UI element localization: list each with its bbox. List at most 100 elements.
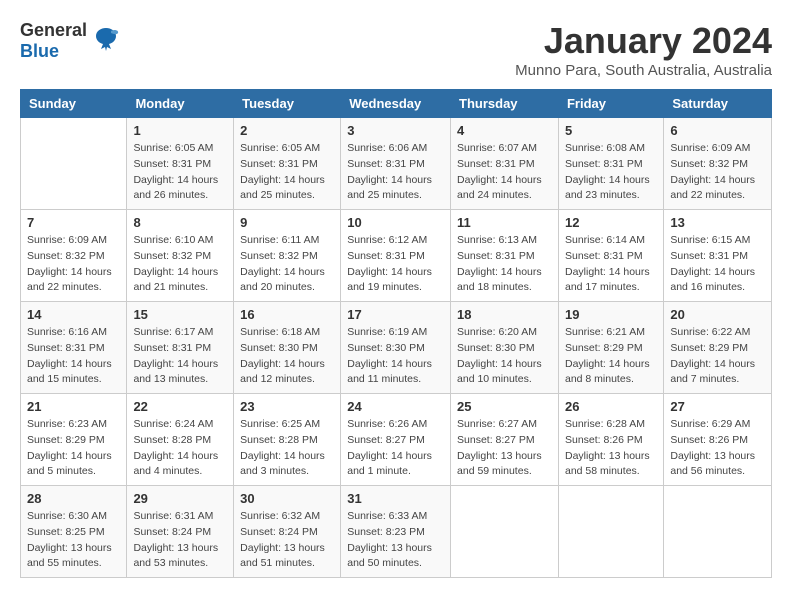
day-number: 31 <box>347 491 444 506</box>
title-block: January 2024 Munno Para, South Australia… <box>515 20 772 79</box>
day-number: 21 <box>27 399 120 414</box>
day-number: 10 <box>347 215 444 230</box>
calendar-cell: 14Sunrise: 6:16 AM Sunset: 8:31 PM Dayli… <box>21 302 127 394</box>
day-info: Sunrise: 6:21 AM Sunset: 8:29 PM Dayligh… <box>565 325 657 388</box>
day-info: Sunrise: 6:26 AM Sunset: 8:27 PM Dayligh… <box>347 417 444 480</box>
day-info: Sunrise: 6:14 AM Sunset: 8:31 PM Dayligh… <box>565 233 657 296</box>
day-number: 29 <box>133 491 227 506</box>
day-number: 15 <box>133 307 227 322</box>
calendar-cell: 21 Sunrise: 6:23 AM Sunset: 8:29 PM Dayli… <box>21 394 127 486</box>
calendar-cell: 7 Sunrise: 6:09 AM Sunset: 8:32 PM Daylig… <box>21 210 127 302</box>
day-number: 30 <box>240 491 334 506</box>
weekday-header-tuesday: Tuesday <box>234 90 341 118</box>
day-info: Sunrise: 6:11 AM Sunset: 8:32 PM Dayligh… <box>240 233 334 296</box>
day-number: 28 <box>27 491 120 506</box>
day-number: 1 <box>133 123 227 138</box>
logo-blue: Blue <box>20 41 59 61</box>
day-number: 11 <box>457 215 552 230</box>
day-info: Sunrise: 6:20 AM Sunset: 8:30 PM Dayligh… <box>457 325 552 388</box>
day-info: Sunrise: 6:33 AM Sunset: 8:23 PM Dayligh… <box>347 509 444 572</box>
calendar-week-row: 7 Sunrise: 6:09 AM Sunset: 8:32 PM Daylig… <box>21 210 772 302</box>
day-info: Sunrise: 6:05 AM Sunset: 8:31 PM Dayligh… <box>133 141 227 204</box>
calendar-cell: 15 Sunrise: 6:17 AM Sunset: 8:31 PM Dayli… <box>127 302 234 394</box>
day-info: Sunrise: 6:22 AM Sunset: 8:29 PM Dayligh… <box>670 325 765 388</box>
weekday-header-wednesday: Wednesday <box>341 90 451 118</box>
day-info: Sunrise: 6:27 AM Sunset: 8:27 PM Dayligh… <box>457 417 552 480</box>
day-info: Sunrise: 6:09 AM Sunset: 8:32 PM Dayligh… <box>670 141 765 204</box>
calendar-cell: 28Sunrise: 6:30 AM Sunset: 8:25 PM Dayli… <box>21 486 127 578</box>
calendar-cell: 19Sunrise: 6:21 AM Sunset: 8:29 PM Dayli… <box>558 302 663 394</box>
day-number: 13 <box>670 215 765 230</box>
day-number: 23 <box>240 399 334 414</box>
day-number: 25 <box>457 399 552 414</box>
day-number: 3 <box>347 123 444 138</box>
day-number: 7 <box>27 215 120 230</box>
calendar-week-row: 28Sunrise: 6:30 AM Sunset: 8:25 PM Dayli… <box>21 486 772 578</box>
day-info: Sunrise: 6:12 AM Sunset: 8:31 PM Dayligh… <box>347 233 444 296</box>
calendar-cell: 13Sunrise: 6:15 AM Sunset: 8:31 PM Dayli… <box>664 210 772 302</box>
day-info: Sunrise: 6:32 AM Sunset: 8:24 PM Dayligh… <box>240 509 334 572</box>
day-number: 24 <box>347 399 444 414</box>
day-number: 2 <box>240 123 334 138</box>
day-number: 9 <box>240 215 334 230</box>
calendar-cell: 22 Sunrise: 6:24 AM Sunset: 8:28 PM Dayli… <box>127 394 234 486</box>
calendar-cell: 2 Sunrise: 6:05 AM Sunset: 8:31 PM Daylig… <box>234 118 341 210</box>
calendar-subtitle: Munno Para, South Australia, Australia <box>515 62 772 79</box>
calendar-cell: 24 Sunrise: 6:26 AM Sunset: 8:27 PM Dayli… <box>341 394 451 486</box>
day-number: 18 <box>457 307 552 322</box>
calendar-cell <box>664 486 772 578</box>
day-number: 27 <box>670 399 765 414</box>
calendar-cell: 9 Sunrise: 6:11 AM Sunset: 8:32 PM Daylig… <box>234 210 341 302</box>
calendar-cell: 20Sunrise: 6:22 AM Sunset: 8:29 PM Dayli… <box>664 302 772 394</box>
calendar-table: SundayMondayTuesdayWednesdayThursdayFrid… <box>20 89 772 578</box>
day-info: Sunrise: 6:23 AM Sunset: 8:29 PM Dayligh… <box>27 417 120 480</box>
day-info: Sunrise: 6:09 AM Sunset: 8:32 PM Dayligh… <box>27 233 120 296</box>
day-info: Sunrise: 6:25 AM Sunset: 8:28 PM Dayligh… <box>240 417 334 480</box>
calendar-cell: 31 Sunrise: 6:33 AM Sunset: 8:23 PM Dayli… <box>341 486 451 578</box>
day-number: 12 <box>565 215 657 230</box>
day-number: 17 <box>347 307 444 322</box>
day-info: Sunrise: 6:17 AM Sunset: 8:31 PM Dayligh… <box>133 325 227 388</box>
day-info: Sunrise: 6:31 AM Sunset: 8:24 PM Dayligh… <box>133 509 227 572</box>
calendar-cell: 8Sunrise: 6:10 AM Sunset: 8:32 PM Daylig… <box>127 210 234 302</box>
calendar-cell: 16Sunrise: 6:18 AM Sunset: 8:30 PM Dayli… <box>234 302 341 394</box>
weekday-header-saturday: Saturday <box>664 90 772 118</box>
calendar-cell: 10 Sunrise: 6:12 AM Sunset: 8:31 PM Dayli… <box>341 210 451 302</box>
logo-bird-icon <box>91 23 121 59</box>
day-number: 4 <box>457 123 552 138</box>
day-info: Sunrise: 6:13 AM Sunset: 8:31 PM Dayligh… <box>457 233 552 296</box>
calendar-cell: 17 Sunrise: 6:19 AM Sunset: 8:30 PM Dayli… <box>341 302 451 394</box>
calendar-cell: 27 Sunrise: 6:29 AM Sunset: 8:26 PM Dayli… <box>664 394 772 486</box>
calendar-cell: 30 Sunrise: 6:32 AM Sunset: 8:24 PM Dayli… <box>234 486 341 578</box>
calendar-cell: 1 Sunrise: 6:05 AM Sunset: 8:31 PM Daylig… <box>127 118 234 210</box>
calendar-cell: 18 Sunrise: 6:20 AM Sunset: 8:30 PM Dayli… <box>451 302 559 394</box>
day-number: 26 <box>565 399 657 414</box>
day-number: 14 <box>27 307 120 322</box>
day-number: 5 <box>565 123 657 138</box>
calendar-week-row: 14Sunrise: 6:16 AM Sunset: 8:31 PM Dayli… <box>21 302 772 394</box>
calendar-cell: 26Sunrise: 6:28 AM Sunset: 8:26 PM Dayli… <box>558 394 663 486</box>
calendar-cell: 4Sunrise: 6:07 AM Sunset: 8:31 PM Daylig… <box>451 118 559 210</box>
calendar-cell: 3Sunrise: 6:06 AM Sunset: 8:31 PM Daylig… <box>341 118 451 210</box>
calendar-cell <box>451 486 559 578</box>
day-info: Sunrise: 6:24 AM Sunset: 8:28 PM Dayligh… <box>133 417 227 480</box>
calendar-cell: 6 Sunrise: 6:09 AM Sunset: 8:32 PM Daylig… <box>664 118 772 210</box>
day-info: Sunrise: 6:29 AM Sunset: 8:26 PM Dayligh… <box>670 417 765 480</box>
calendar-cell <box>558 486 663 578</box>
header: General Blue January 2024 Munno Para, So… <box>20 20 772 79</box>
day-number: 22 <box>133 399 227 414</box>
weekday-header-row: SundayMondayTuesdayWednesdayThursdayFrid… <box>21 90 772 118</box>
calendar-cell: 29 Sunrise: 6:31 AM Sunset: 8:24 PM Dayli… <box>127 486 234 578</box>
day-number: 6 <box>670 123 765 138</box>
calendar-cell: 5 Sunrise: 6:08 AM Sunset: 8:31 PM Daylig… <box>558 118 663 210</box>
logo-general: General <box>20 20 87 40</box>
calendar-cell: 12 Sunrise: 6:14 AM Sunset: 8:31 PM Dayli… <box>558 210 663 302</box>
day-info: Sunrise: 6:19 AM Sunset: 8:30 PM Dayligh… <box>347 325 444 388</box>
day-info: Sunrise: 6:08 AM Sunset: 8:31 PM Dayligh… <box>565 141 657 204</box>
weekday-header-friday: Friday <box>558 90 663 118</box>
day-info: Sunrise: 6:05 AM Sunset: 8:31 PM Dayligh… <box>240 141 334 204</box>
weekday-header-sunday: Sunday <box>21 90 127 118</box>
calendar-cell: 11 Sunrise: 6:13 AM Sunset: 8:31 PM Dayli… <box>451 210 559 302</box>
weekday-header-monday: Monday <box>127 90 234 118</box>
logo: General Blue <box>20 20 121 62</box>
